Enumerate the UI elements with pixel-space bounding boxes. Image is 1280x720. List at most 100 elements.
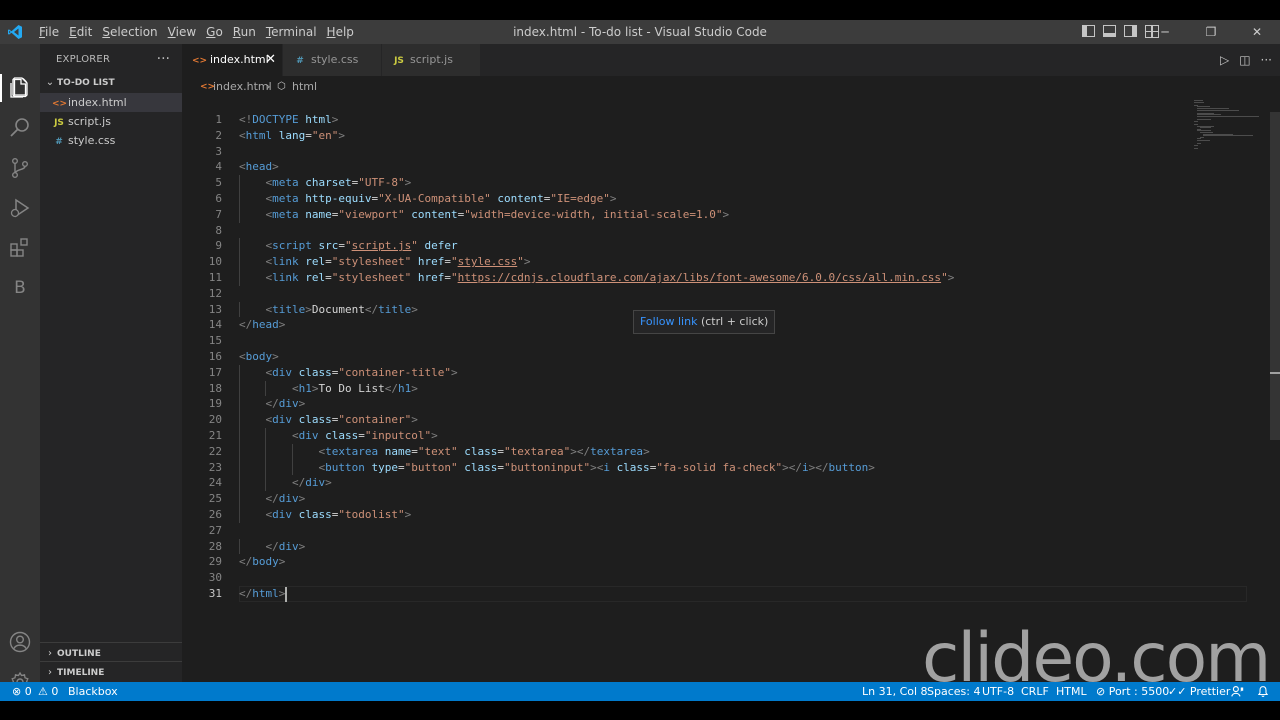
problems-errors[interactable]: ⊗ 0 bbox=[12, 682, 32, 701]
close-window-button[interactable]: ✕ bbox=[1234, 20, 1280, 44]
menu-selection[interactable]: Selection bbox=[97, 20, 162, 44]
restore-button[interactable]: ❐ bbox=[1188, 20, 1234, 44]
breadcrumb-file[interactable]: index.html bbox=[213, 76, 272, 98]
close-icon[interactable]: ✕ bbox=[265, 44, 276, 76]
editor-tabs: <> index.html ✕ # style.css JS script.js ▷ … bbox=[182, 44, 1280, 76]
outline-section[interactable]: › OUTLINE bbox=[40, 642, 182, 659]
code-line[interactable]: <button type="button" class="buttoninput… bbox=[239, 460, 874, 476]
menu-help[interactable]: Help bbox=[322, 20, 359, 44]
menu-edit[interactable]: Edit bbox=[64, 20, 97, 44]
code-line[interactable]: <script src="script.js" defer bbox=[239, 238, 458, 254]
code-line[interactable]: <meta name="viewport" content="width=dev… bbox=[239, 207, 730, 223]
code-line[interactable]: <div class="container"> bbox=[239, 412, 418, 428]
indent-guide bbox=[239, 507, 240, 523]
breadcrumb-element[interactable]: html bbox=[292, 76, 317, 98]
code-line[interactable]: <div class="todolist"> bbox=[239, 507, 412, 523]
minimize-button[interactable]: ─ bbox=[1142, 20, 1188, 44]
line-number: 1 bbox=[215, 113, 222, 126]
problems-warnings[interactable]: ⚠ 0 bbox=[38, 682, 58, 701]
toggle-panel-icon[interactable] bbox=[1103, 25, 1116, 37]
explorer-more-actions-icon[interactable]: ··· bbox=[157, 44, 170, 74]
menu-file[interactable]: File bbox=[34, 20, 64, 44]
indentation[interactable]: Spaces: 4 bbox=[927, 682, 980, 701]
end-of-line[interactable]: CRLF bbox=[1021, 682, 1049, 701]
code-line[interactable]: </div> bbox=[239, 539, 306, 555]
indent-guide bbox=[239, 301, 240, 318]
run-icon[interactable]: ▷ bbox=[1220, 53, 1229, 67]
line-number: 29 bbox=[208, 555, 222, 569]
menu-go[interactable]: Go bbox=[201, 20, 228, 44]
split-editor-icon[interactable]: ◫ bbox=[1239, 53, 1250, 67]
blackbox-icon[interactable]: B bbox=[8, 276, 32, 300]
timeline-header[interactable]: › TIMELINE bbox=[40, 663, 182, 683]
folder-name: TO-DO LIST bbox=[57, 78, 115, 88]
chevron-right-icon: › bbox=[48, 667, 52, 678]
tab-index-html[interactable]: <> index.html ✕ bbox=[182, 44, 282, 76]
vertical-scrollbar[interactable] bbox=[1270, 112, 1280, 440]
more-actions-icon[interactable]: ··· bbox=[1261, 53, 1272, 67]
html-file-icon: <> bbox=[192, 56, 208, 66]
code-line[interactable]: </head> bbox=[239, 317, 285, 333]
timeline-section[interactable]: › TIMELINE bbox=[40, 661, 182, 678]
indent-guide bbox=[239, 191, 240, 207]
encoding[interactable]: UTF-8 bbox=[982, 682, 1014, 701]
file-item-script-js[interactable]: JS script.js bbox=[40, 112, 182, 131]
code-line[interactable]: <meta charset="UTF-8"> bbox=[239, 175, 412, 191]
code-line[interactable]: <link rel="stylesheet" href="style.css"> bbox=[239, 254, 531, 270]
source-control-icon[interactable] bbox=[8, 156, 32, 180]
code-line[interactable]: <textarea name="text" class="textarea"><… bbox=[239, 444, 649, 460]
code-line[interactable]: <html lang="en"> bbox=[239, 128, 345, 144]
person-feedback-icon[interactable] bbox=[1231, 685, 1244, 698]
follow-link[interactable]: Follow link bbox=[640, 315, 697, 328]
title-bar: File Edit Selection View Go Run Terminal… bbox=[0, 20, 1280, 44]
code-line[interactable]: <body> bbox=[239, 349, 279, 365]
line-number: 7 bbox=[215, 207, 222, 221]
folder-header[interactable]: ⌄ TO-DO LIST bbox=[40, 73, 182, 93]
tab-script-js[interactable]: JS script.js bbox=[382, 44, 480, 76]
code-line[interactable]: </div> bbox=[239, 475, 332, 491]
menu-view[interactable]: View bbox=[163, 20, 201, 44]
code-line[interactable]: <title>Document</title> bbox=[239, 302, 418, 318]
code-line[interactable]: </div> bbox=[239, 396, 306, 412]
run-debug-icon[interactable] bbox=[8, 196, 32, 220]
blackbox-status[interactable]: Blackbox bbox=[68, 682, 118, 701]
indent-guide bbox=[239, 396, 240, 413]
minimap[interactable] bbox=[1194, 100, 1274, 160]
toggle-secondary-sidebar-icon[interactable] bbox=[1124, 25, 1137, 37]
code-line[interactable]: <div class="container-title"> bbox=[239, 365, 458, 381]
code-line[interactable]: </div> bbox=[239, 491, 306, 507]
menu-run[interactable]: Run bbox=[228, 20, 261, 44]
code-line[interactable]: <meta http-equiv="X-UA-Compatible" conte… bbox=[239, 191, 617, 207]
breadcrumb: <> index.html › ⬡ html bbox=[182, 76, 1280, 98]
live-server-port[interactable]: ⊘ Port : 5500 bbox=[1096, 682, 1169, 701]
language-mode[interactable]: HTML bbox=[1056, 682, 1087, 701]
toggle-primary-sidebar-icon[interactable] bbox=[1082, 25, 1095, 37]
file-item-style-css[interactable]: # style.css bbox=[40, 131, 182, 150]
minimap-line bbox=[1197, 116, 1260, 117]
minimap-line bbox=[1194, 101, 1204, 103]
indent-guide bbox=[265, 380, 267, 397]
account-icon[interactable] bbox=[8, 630, 32, 654]
minimap-line bbox=[1197, 109, 1239, 111]
code-line[interactable]: <!DOCTYPE html> bbox=[239, 112, 338, 128]
code-line[interactable]: <div class="inputcol"> bbox=[239, 428, 438, 444]
menu-terminal[interactable]: Terminal bbox=[261, 20, 322, 44]
tab-style-css[interactable]: # style.css bbox=[283, 44, 381, 76]
element-cube-icon: ⬡ bbox=[277, 81, 286, 92]
file-item-index-html[interactable]: <>index.html bbox=[40, 93, 182, 112]
code-line[interactable]: <head> bbox=[239, 159, 279, 175]
code-line[interactable]: <link rel="stylesheet" href="https://cdn… bbox=[239, 270, 955, 286]
prettier-status[interactable]: ✓✓ Prettier bbox=[1168, 682, 1230, 701]
line-number: 24 bbox=[208, 476, 222, 490]
editor-actions: ▷ ◫ ··· bbox=[1220, 44, 1280, 76]
line-number: 30 bbox=[208, 571, 222, 585]
cursor-position[interactable]: Ln 31, Col 8 bbox=[862, 682, 928, 701]
search-icon[interactable] bbox=[8, 116, 32, 140]
indent-guide bbox=[239, 206, 240, 223]
code-line[interactable]: </html> bbox=[239, 586, 285, 602]
files-icon[interactable] bbox=[8, 76, 32, 100]
bell-icon[interactable] bbox=[1257, 685, 1269, 698]
extensions-icon[interactable] bbox=[8, 236, 32, 260]
code-editor[interactable]: 1 2 3 4 5 6 7 8 9 10 11 12 13 14 15 16 17 18 19 20 21 22 23 24 2… bbox=[182, 98, 1280, 682]
code-line[interactable]: </body> bbox=[239, 554, 285, 570]
